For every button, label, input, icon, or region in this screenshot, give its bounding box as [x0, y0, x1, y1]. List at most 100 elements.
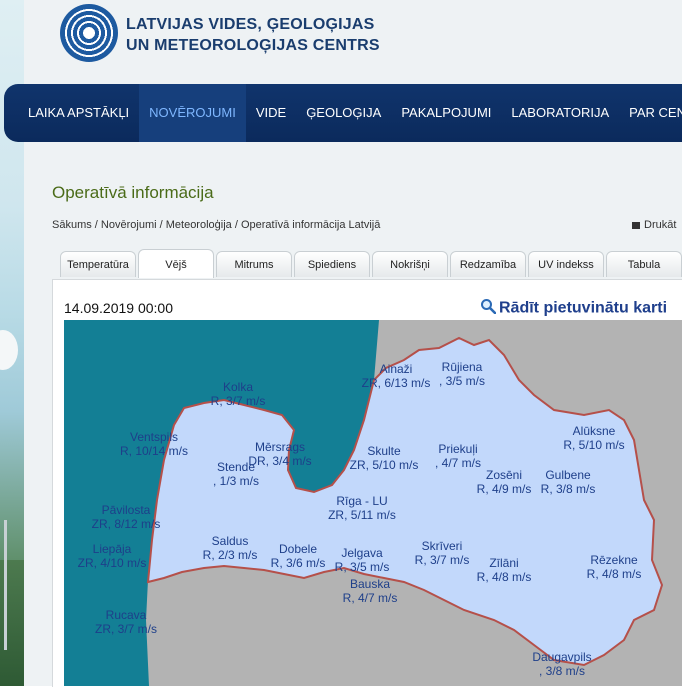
station-wind: ZR, 3/7 m/s — [94, 622, 158, 636]
breadcrumb-separator: / — [91, 219, 101, 231]
station-name: Daugavpils — [532, 650, 592, 664]
organization-name[interactable]: LATVIJAS VIDES, ĢEOLOĢIJAS UN METEOROLOĢ… — [126, 14, 380, 56]
station-skulte[interactable]: Skulte ZR, 5/10 m/s — [350, 444, 419, 472]
station-wind: R, 3/8 m/s — [540, 482, 596, 496]
observation-datetime: 14.09.2019 00:00 — [64, 300, 173, 316]
station-name: Saldus — [211, 534, 249, 548]
station-wind: R, 10/14 m/s — [119, 444, 189, 458]
show-zoomed-map-link[interactable]: Rādīt pietuvinātu karti — [480, 298, 667, 319]
station-name: Rucava — [105, 608, 147, 622]
station-priekuli[interactable]: Priekuļi, 4/7 m/s — [435, 442, 481, 470]
station-wind: R, 2/3 m/s — [202, 548, 258, 562]
organization-name-line2: UN METEOROLOĢIJAS CENTRS — [126, 37, 380, 54]
balloon-decoration — [0, 330, 18, 370]
main-navigation: LAIKA APSTĀKĻI NOVĒROJUMI VIDE ĢEOLOĢIJA… — [4, 84, 682, 142]
station-riga-lu[interactable]: Rīga - LU ZR, 5/11 m/s — [328, 494, 396, 522]
nav-item-vide[interactable]: VIDE — [246, 84, 296, 142]
station-wind: R, 4/7 m/s — [342, 591, 398, 605]
tab-redzamiba[interactable]: Redzamība — [450, 251, 526, 277]
nav-item-par-centru[interactable]: PAR CENTRU — [619, 84, 682, 142]
page-title: Operatīvā informācija — [52, 183, 214, 202]
station-rujiena[interactable]: Rūjiena, 3/5 m/s — [439, 360, 485, 388]
station-wind: ZR, 6/13 m/s — [361, 376, 431, 390]
station-name: Bauska — [349, 577, 391, 591]
station-name: Stende — [216, 460, 256, 474]
breadcrumb-separator: / — [156, 219, 166, 231]
tab-nokrisni[interactable]: Nokrišņi — [372, 251, 448, 277]
nav-item-novērojumi[interactable]: NOVĒROJUMI — [139, 84, 246, 142]
print-label: Drukāt — [644, 219, 677, 231]
station-name: Liepāja — [92, 542, 132, 556]
station-zilani[interactable]: Zīlāni R, 4/8 m/s — [477, 556, 532, 584]
station-wind: , 3/5 m/s — [438, 374, 486, 388]
tab-tabula[interactable]: Tabula — [606, 251, 682, 277]
station-name: Gulbene — [545, 468, 591, 482]
station-wind: R, 5/10 m/s — [563, 438, 625, 452]
tab-mitrums[interactable]: Mitrums — [216, 251, 292, 277]
station-name: Ventspils — [129, 430, 179, 444]
tab-bar: Temperatūra Vējš Mitrums Spiediens Nokri… — [60, 249, 682, 278]
station-pavilosta[interactable]: Pāvilosta ZR, 8/12 m/s — [92, 503, 161, 531]
station-zoseni[interactable]: Zosēni R, 4/9 m/s — [477, 468, 532, 496]
print-button[interactable]: Drukāt — [632, 219, 676, 231]
station-wind: R, 3/7 m/s — [210, 394, 266, 408]
station-wind: ZR, 5/11 m/s — [328, 508, 396, 522]
station-bauska[interactable]: Bauska R, 4/7 m/s — [343, 577, 398, 605]
station-name: Jelgava — [341, 546, 383, 560]
station-saldus[interactable]: Saldus R, 2/3 m/s — [203, 534, 258, 562]
station-ainazi[interactable]: Ainaži ZR, 6/13 m/s — [362, 362, 431, 390]
station-name: Mērsrags — [254, 440, 306, 454]
station-name: Dobele — [278, 542, 318, 556]
station-rezekne[interactable]: Rēzekne R, 4/8 m/s — [587, 553, 642, 581]
station-wind: ZR, 5/10 m/s — [349, 458, 419, 472]
station-name: Rēzekne — [590, 553, 638, 567]
station-name: Kolka — [222, 380, 254, 394]
breadcrumb-home[interactable]: Sākums — [52, 219, 92, 231]
station-gulbene[interactable]: Gulbene R, 3/8 m/s — [541, 468, 596, 496]
station-liepaja[interactable]: Liepāja ZR, 4/10 m/s — [78, 542, 147, 570]
tab-spiediens[interactable]: Spiediens — [294, 251, 370, 277]
station-dobele[interactable]: Dobele R, 3/6 m/s — [271, 542, 326, 570]
station-name: Pāvilosta — [101, 503, 151, 517]
station-name: Priekuļi — [438, 442, 478, 456]
station-wind: R, 4/8 m/s — [476, 570, 532, 584]
station-name: Alūksne — [572, 424, 616, 438]
station-skriveri[interactable]: Skrīveri R, 3/7 m/s — [415, 539, 470, 567]
station-wind: ZR, 8/12 m/s — [91, 517, 161, 531]
station-ventspils[interactable]: Ventspils R, 10/14 m/s — [120, 430, 188, 458]
pole-decoration — [4, 520, 7, 650]
station-wind: ZR, 4/10 m/s — [77, 556, 147, 570]
station-name: Rīga - LU — [336, 494, 388, 508]
station-stende[interactable]: Stende, 1/3 m/s — [213, 460, 259, 488]
station-wind: R, 4/9 m/s — [476, 482, 532, 496]
station-wind: R, 3/5 m/s — [334, 560, 390, 574]
station-wind: , 1/3 m/s — [212, 474, 260, 488]
nav-item-geologija[interactable]: ĢEOLOĢIJA — [296, 84, 391, 142]
station-kolka[interactable]: Kolka R, 3/7 m/s — [211, 380, 266, 408]
breadcrumb-novērojumi[interactable]: Novērojumi — [101, 219, 157, 231]
lvgmc-logo-icon[interactable] — [60, 4, 118, 62]
wind-map[interactable]: Ainaži ZR, 6/13 m/s Rūjiena, 3/5 m/s Kolk… — [64, 320, 682, 686]
tab-uv-indekss[interactable]: UV indekss — [528, 251, 604, 277]
tab-temperatura[interactable]: Temperatūra — [60, 251, 136, 277]
station-wind: R, 3/6 m/s — [270, 556, 326, 570]
show-zoomed-map-label: Rādīt pietuvinātu karti — [499, 299, 668, 317]
station-wind: , 4/7 m/s — [434, 456, 482, 470]
station-rucava[interactable]: Rucava ZR, 3/7 m/s — [95, 608, 157, 636]
organization-name-line1: LATVIJAS VIDES, ĢEOLOĢIJAS — [126, 16, 375, 33]
tab-vejs[interactable]: Vējš — [138, 249, 214, 278]
site-header: LATVIJAS VIDES, ĢEOLOĢIJAS UN METEOROLOĢ… — [24, 0, 682, 84]
station-name: Zīlāni — [489, 556, 519, 570]
nav-item-laika-apstakli[interactable]: LAIKA APSTĀKĻI — [4, 84, 139, 142]
breadcrumb-meteorologija[interactable]: Meteoroloģija — [166, 219, 232, 231]
breadcrumb: Sākums / Novērojumi / Meteoroloģija / Op… — [52, 219, 380, 231]
station-name: Ainaži — [379, 362, 413, 376]
breadcrumb-separator: / — [231, 219, 241, 231]
station-wind: R, 4/8 m/s — [586, 567, 642, 581]
station-daugavpils[interactable]: Daugavpils, 3/8 m/s — [532, 650, 591, 678]
station-aluksne[interactable]: Alūksne R, 5/10 m/s — [563, 424, 624, 452]
nav-item-pakalpojumi[interactable]: PAKALPOJUMI — [391, 84, 501, 142]
nav-item-laboratorija[interactable]: LABORATORIJA — [501, 84, 619, 142]
station-jelgava[interactable]: Jelgava R, 3/5 m/s — [335, 546, 390, 574]
station-wind: , 3/8 m/s — [538, 664, 585, 678]
